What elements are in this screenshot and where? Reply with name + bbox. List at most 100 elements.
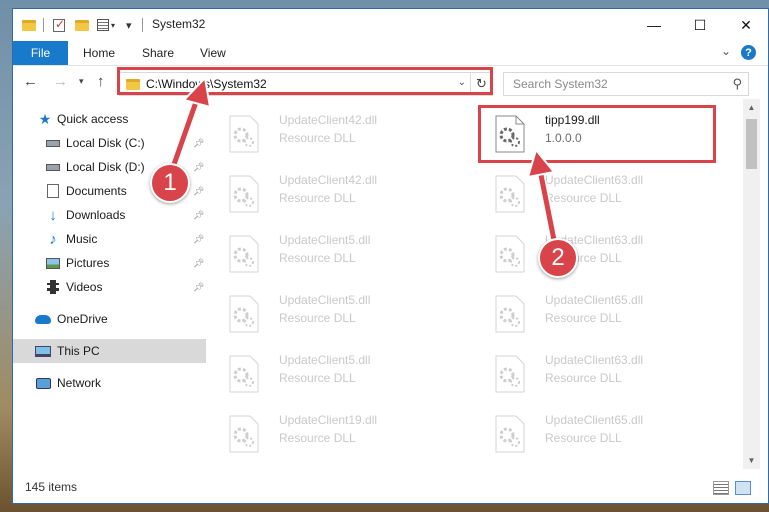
- dll-gear-file-icon: [229, 415, 259, 453]
- file-name: UpdateClient65.dll: [545, 293, 644, 307]
- window-title: System32: [152, 17, 206, 31]
- sidebar-item-label: Downloads: [66, 208, 126, 222]
- sidebar-item-downloads[interactable]: ↓ Downloads 📌︎: [13, 203, 206, 227]
- vertical-scrollbar[interactable]: ▲ ▼: [743, 99, 760, 469]
- sidebar-item-music[interactable]: ♪ Music 📌︎: [13, 227, 206, 251]
- drive-icon: [45, 159, 61, 175]
- rename-icon[interactable]: ▾: [97, 16, 115, 34]
- minimize-button[interactable]: —: [631, 9, 677, 41]
- file-type: Resource DLL: [545, 191, 622, 205]
- file-name: UpdateClient63.dll: [545, 173, 644, 187]
- ribbon-tabs: File Home Share View ⌄ ?: [13, 41, 768, 65]
- drive-icon: [45, 135, 61, 151]
- sidebar-item-network[interactable]: Network: [13, 371, 206, 395]
- search-box[interactable]: ⚲: [503, 72, 749, 96]
- file-tile[interactable]: UpdateClient5.dll Resource DLL: [206, 347, 446, 403]
- item-count: 145 items: [25, 480, 78, 494]
- properties-check-icon[interactable]: [53, 16, 65, 34]
- tab-share[interactable]: Share: [142, 46, 174, 60]
- tab-home[interactable]: Home: [83, 46, 115, 60]
- dll-gear-file-icon: [495, 295, 525, 333]
- sidebar-item-label: Local Disk (C:): [66, 136, 145, 150]
- sidebar-item-label: Documents: [66, 184, 127, 198]
- file-highlight: [478, 105, 716, 163]
- callout-1: 1: [150, 163, 190, 203]
- dll-gear-file-icon: [495, 415, 525, 453]
- sidebar-item-quick-access[interactable]: ★ Quick access: [13, 107, 206, 131]
- dll-gear-file-icon: [229, 115, 259, 153]
- network-icon: [35, 375, 51, 391]
- file-tile[interactable]: UpdateClient42.dll Resource DLL: [206, 107, 446, 163]
- file-tile[interactable]: UpdateClient63.dll Resource DLL: [472, 347, 712, 403]
- back-arrow-icon[interactable]: ←: [23, 73, 38, 90]
- status-bar: 145 items: [13, 477, 768, 499]
- pictures-icon: [45, 255, 61, 271]
- file-tile[interactable]: UpdateClient65.dll Resource DLL: [472, 407, 712, 463]
- sidebar-item-label: Pictures: [66, 256, 110, 270]
- search-icon[interactable]: ⚲: [732, 76, 742, 92]
- qa-separator: [43, 18, 44, 32]
- videos-icon: [45, 279, 61, 295]
- file-tile[interactable]: UpdateClient19.dll Resource DLL: [206, 407, 446, 463]
- file-tile[interactable]: UpdateClient5.dll Resource DLL: [206, 227, 446, 283]
- file-name: UpdateClient65.dll: [545, 413, 644, 427]
- pin-icon[interactable]: 📌︎: [193, 162, 204, 173]
- computer-icon: [35, 343, 51, 359]
- sidebar-item-label: Videos: [66, 280, 103, 294]
- tab-view[interactable]: View: [200, 46, 226, 60]
- help-icon[interactable]: ?: [741, 45, 756, 60]
- sidebar-item-label: Quick access: [57, 112, 129, 126]
- file-tile[interactable]: UpdateClient63.dll Resource DLL: [472, 227, 712, 283]
- dll-gear-file-icon: [229, 355, 259, 393]
- tab-file[interactable]: File: [13, 41, 68, 65]
- file-name: UpdateClient63.dll: [545, 353, 644, 367]
- search-input[interactable]: [504, 73, 724, 95]
- file-tile[interactable]: UpdateClient42.dll Resource DLL: [206, 167, 446, 223]
- sidebar-item-local-disk-c[interactable]: Local Disk (C:) 📌︎: [13, 131, 206, 155]
- scroll-down-arrow-icon[interactable]: ▼: [743, 452, 760, 469]
- maximize-button[interactable]: ☐: [677, 9, 723, 41]
- dll-gear-file-icon: [495, 235, 525, 273]
- sidebar-item-this-pc[interactable]: This PC: [13, 339, 206, 363]
- file-name: UpdateClient42.dll: [279, 173, 378, 187]
- file-name: UpdateClient5.dll: [279, 233, 371, 247]
- dll-gear-file-icon: [229, 295, 259, 333]
- dll-gear-file-icon: [495, 355, 525, 393]
- recent-locations-chevron-icon[interactable]: ▾: [79, 76, 84, 87]
- pin-icon[interactable]: 📌︎: [193, 258, 204, 269]
- sidebar-item-pictures[interactable]: Pictures 📌︎: [13, 251, 206, 275]
- file-type: Resource DLL: [279, 371, 356, 385]
- details-view-icon[interactable]: [713, 481, 729, 495]
- up-arrow-icon[interactable]: ↑: [97, 73, 105, 90]
- file-type: Resource DLL: [279, 311, 356, 325]
- scroll-up-arrow-icon[interactable]: ▲: [743, 99, 760, 116]
- large-icons-view-icon[interactable]: [735, 481, 751, 495]
- file-name: UpdateClient42.dll: [279, 113, 378, 127]
- file-tile[interactable]: UpdateClient5.dll Resource DLL: [206, 287, 446, 343]
- file-tile[interactable]: UpdateClient65.dll Resource DLL: [472, 287, 712, 343]
- pin-icon[interactable]: 📌︎: [193, 186, 204, 197]
- file-name: UpdateClient19.dll: [279, 413, 378, 427]
- qa-separator: [142, 18, 143, 32]
- forward-arrow-icon[interactable]: →: [53, 73, 68, 90]
- pin-icon[interactable]: 📌︎: [193, 138, 204, 149]
- expand-ribbon-chevron-icon[interactable]: ⌄: [721, 44, 731, 58]
- file-tile[interactable]: UpdateClient63.dll Resource DLL: [472, 167, 712, 223]
- navigation-pane: ★ Quick access Local Disk (C:) 📌︎ Local …: [13, 99, 206, 469]
- close-button[interactable]: ✕: [723, 9, 768, 41]
- pin-icon[interactable]: 📌︎: [193, 282, 204, 293]
- pin-icon[interactable]: 📌︎: [193, 210, 204, 221]
- sidebar-item-onedrive[interactable]: OneDrive: [13, 307, 206, 331]
- file-type: Resource DLL: [545, 311, 622, 325]
- customize-toolbar-chevron-icon[interactable]: ▾: [126, 16, 132, 34]
- pin-icon[interactable]: 📌︎: [193, 234, 204, 245]
- cloud-icon: [35, 311, 51, 327]
- dll-gear-file-icon: [495, 175, 525, 213]
- download-icon: ↓: [49, 206, 57, 224]
- sidebar-item-label: Music: [66, 232, 98, 246]
- scroll-thumb[interactable]: [746, 119, 757, 169]
- sidebar-item-label: Network: [57, 376, 102, 390]
- new-folder-icon[interactable]: [75, 16, 89, 34]
- sidebar-item-label: This PC: [57, 344, 100, 358]
- sidebar-item-videos[interactable]: Videos 📌︎: [13, 275, 206, 299]
